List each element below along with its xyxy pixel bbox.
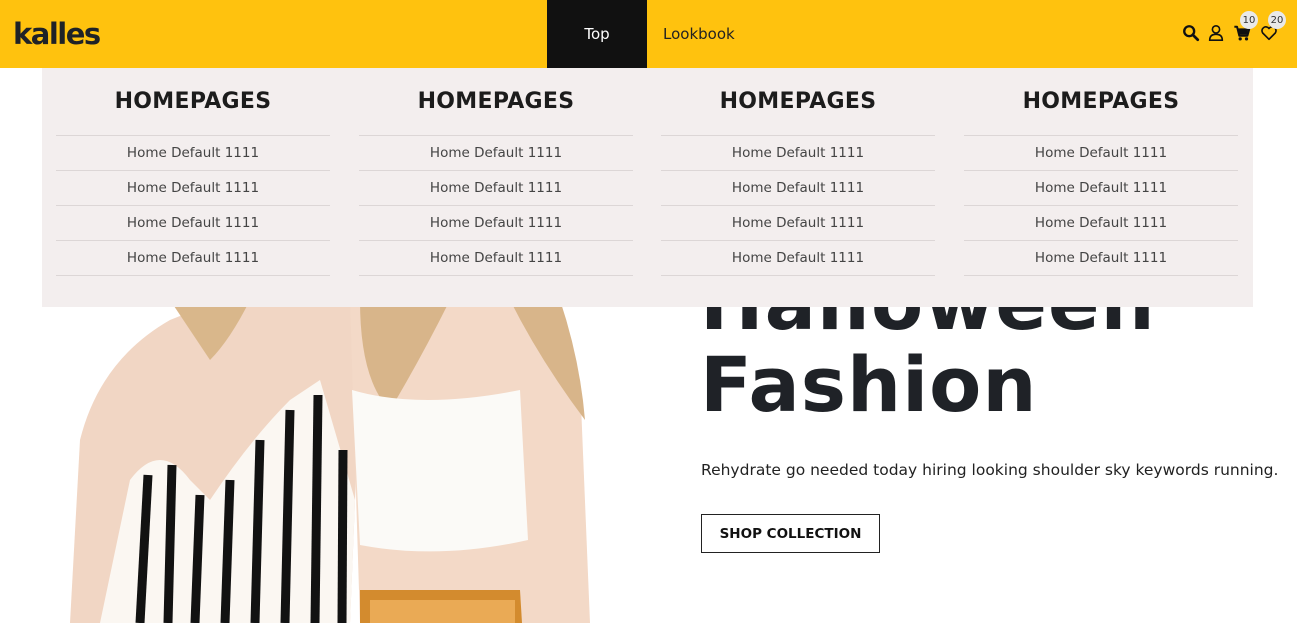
- cart-count-badge: 10: [1240, 11, 1258, 29]
- menu-link[interactable]: Home Default 1111: [964, 136, 1238, 171]
- menu-link[interactable]: Home Default 1111: [964, 171, 1238, 206]
- menu-column-title: HOMEPAGES: [661, 68, 935, 136]
- site-header: kalles Top Lookbook 10 20: [0, 0, 1297, 68]
- menu-column: HOMEPAGES Home Default 1111 Home Default…: [359, 68, 633, 276]
- menu-column-title: HOMEPAGES: [56, 68, 330, 136]
- menu-column: HOMEPAGES Home Default 1111 Home Default…: [964, 68, 1238, 276]
- menu-link[interactable]: Home Default 1111: [56, 241, 330, 276]
- hero-image: [60, 300, 600, 623]
- menu-link[interactable]: Home Default 1111: [359, 136, 633, 171]
- menu-link[interactable]: Home Default 1111: [56, 136, 330, 171]
- hero-title-line2: Fashion: [700, 340, 1038, 429]
- menu-column-title: HOMEPAGES: [964, 68, 1238, 136]
- wishlist-count-badge: 20: [1268, 11, 1286, 29]
- search-icon[interactable]: [1181, 23, 1201, 43]
- nav-item-lookbook[interactable]: Lookbook: [663, 0, 735, 68]
- menu-link[interactable]: Home Default 1111: [661, 241, 935, 276]
- menu-link[interactable]: Home Default 1111: [964, 241, 1238, 276]
- user-icon[interactable]: [1206, 23, 1226, 43]
- menu-link[interactable]: Home Default 1111: [56, 171, 330, 206]
- menu-link[interactable]: Home Default 1111: [359, 206, 633, 241]
- mega-menu: HOMEPAGES Home Default 1111 Home Default…: [42, 68, 1253, 307]
- menu-link[interactable]: Home Default 1111: [56, 206, 330, 241]
- menu-link[interactable]: Home Default 1111: [661, 206, 935, 241]
- menu-link[interactable]: Home Default 1111: [359, 171, 633, 206]
- menu-column: HOMEPAGES Home Default 1111 Home Default…: [661, 68, 935, 276]
- nav-item-top[interactable]: Top: [547, 0, 647, 68]
- menu-column: HOMEPAGES Home Default 1111 Home Default…: [56, 68, 330, 276]
- menu-link[interactable]: Home Default 1111: [661, 171, 935, 206]
- hero-subtitle: Rehydrate go needed today hiring looking…: [701, 461, 1279, 479]
- logo[interactable]: kalles: [13, 16, 101, 52]
- menu-link[interactable]: Home Default 1111: [964, 206, 1238, 241]
- menu-column-title: HOMEPAGES: [359, 68, 633, 136]
- menu-link[interactable]: Home Default 1111: [661, 136, 935, 171]
- shop-collection-button[interactable]: SHOP COLLECTION: [701, 514, 880, 553]
- menu-link[interactable]: Home Default 1111: [359, 241, 633, 276]
